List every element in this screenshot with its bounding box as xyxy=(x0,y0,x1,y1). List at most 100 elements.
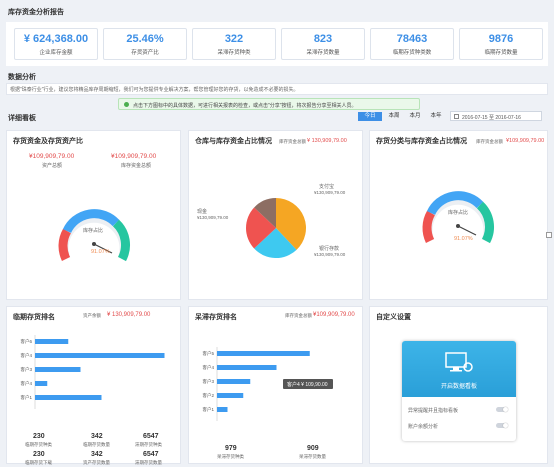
idle-bar-chart[interactable]: 客户5 客户4 客户3 客户2 客户1 xyxy=(191,343,361,433)
kpi-idle-count[interactable]: 823 呆滞存货数量 xyxy=(281,28,365,60)
panel4-row2-label-2: 滞期存货数量 xyxy=(135,460,162,465)
kpi-row: ¥ 624,368.00 企业库存金额 25.46% 存货资产比 322 呆滞存货种类… xyxy=(6,22,548,66)
panel4-row2-value-0: 230 xyxy=(33,451,45,458)
bar[interactable] xyxy=(35,367,81,372)
panel4-stat-2-label: 滞期存货种类 xyxy=(135,442,162,447)
panel5-sub-label: 库存资金总额 xyxy=(285,313,312,318)
bar[interactable] xyxy=(35,353,165,358)
panel4-row2-label-1: 资产存货数量 xyxy=(83,460,110,465)
panel4-sub-label: 资产余额 xyxy=(83,313,101,318)
panel3-title: 存货分类与库存资金占比情况 xyxy=(376,138,467,145)
board-title: 详细看板 xyxy=(8,115,36,122)
bar-tooltip: 客户4 ¥ 109,90.00 xyxy=(283,379,333,389)
panel4-stat-1-label: 临期存货数量 xyxy=(83,442,110,447)
panel5-sub-value: ¥109,909,79.00 xyxy=(313,312,355,318)
calendar-icon xyxy=(454,114,459,119)
bar[interactable] xyxy=(35,339,69,344)
panel5-title: 呆滞存货排名 xyxy=(195,314,237,321)
range-today-button[interactable]: 今日 xyxy=(358,112,382,121)
kpi-asset-ratio[interactable]: 25.46% 存货资产比 xyxy=(103,28,187,60)
panel4-row2-label-0: 临期存货下载 xyxy=(25,460,52,465)
panel-idle-ranking: 呆滞存货排名 库存资金总额 ¥109,909,79.00 客户5 客户4 客户3 客户… xyxy=(188,306,363,464)
panel3-sub-label: 库存资金总额 xyxy=(476,139,503,144)
panel6-title: 自定义设置 xyxy=(376,314,411,321)
bar-label: 客户4 xyxy=(20,352,32,359)
analysis-text: 根据"珠泰行业"行业，建议您将精品库存周期缩短，我们可为您提供专业解决方案，帮您… xyxy=(10,87,299,93)
panel1-right-label: 库存资金总额 xyxy=(121,163,152,169)
pie-value-bank: ¥130,909,79.00 xyxy=(314,252,346,257)
panel-expiring-ranking: 临期存货排名 资产余额 ¥ 130,909,79.00 客户6 客户4 客户3 客户4… xyxy=(6,306,181,465)
panel4-stat-1-value: 342 xyxy=(91,433,103,440)
panel1-title: 存货资金及存货资产比 xyxy=(13,138,83,145)
panel1-gauge-label: 库存占比 xyxy=(83,228,104,234)
panel4-row2-value-1: 342 xyxy=(91,451,103,458)
bar-label: 客户4 xyxy=(20,380,32,387)
bar[interactable] xyxy=(217,351,310,356)
pie-value-cash: ¥130,909,79.00 xyxy=(197,215,229,220)
panel4-stat-2-value: 6547 xyxy=(143,433,159,440)
bar-label: 客户1 xyxy=(20,394,32,401)
bar[interactable] xyxy=(217,379,251,384)
panel1-gauge[interactable] xyxy=(54,201,134,271)
panel4-stat-0-label: 临期存货种类 xyxy=(25,442,52,447)
kpi-expiring-types[interactable]: 78463 临期存货种类数 xyxy=(370,28,454,60)
panel2-title: 仓库与库存资金占比情况 xyxy=(195,138,272,145)
panel3-gauge[interactable] xyxy=(418,183,498,253)
pie-label-bank: 银行存款 xyxy=(319,246,340,252)
panel5-stat-1-label: 呆滞存货数量 xyxy=(299,454,326,459)
panel2-sub-label: 库存资金总额 xyxy=(279,139,306,144)
resize-handle[interactable] xyxy=(546,232,552,238)
panel1-left-value: ¥109,909,79.00 xyxy=(29,153,75,160)
panel5-stat-0-value: 979 xyxy=(225,445,237,452)
toast-text: 点击下方图标中的具体数据，可进行相关报表的检查，或点击"分享"按钮，将次报告分享… xyxy=(133,103,357,109)
date-range-picker[interactable]: 2016-07-15 至 2016-07-16 xyxy=(450,111,542,121)
tooltip-text: 客户4 ¥ 109,90.00 xyxy=(287,382,328,388)
expiring-bar-chart[interactable]: 客户6 客户4 客户3 客户4 客户1 xyxy=(9,327,179,427)
panel-warehouse-ratio: 仓库与库存资金占比情况 库存资金总额 ¥ 130,909,79.00 现金 ¥1… xyxy=(188,130,363,300)
setting-option-1-toggle[interactable] xyxy=(496,423,508,428)
settings-card: 开启数据看板 异常提醒并且指标看板 账户余额分析 xyxy=(402,341,516,441)
kpi-expiring-count[interactable]: 9876 临期存货数量 xyxy=(459,28,543,60)
pie-chart[interactable] xyxy=(241,193,311,263)
bar-label: 客户4 xyxy=(202,364,214,371)
pie-label-alipay: 支付宝 xyxy=(319,184,335,190)
bar-label: 客户2 xyxy=(202,392,214,399)
bar-label: 客户6 xyxy=(20,338,32,345)
check-circle-icon xyxy=(124,102,129,107)
bar[interactable] xyxy=(35,381,48,386)
monitor-gear-icon xyxy=(445,352,473,372)
panel3-sub-value: ¥109,909,79.00 xyxy=(506,138,545,144)
bar-label: 客户5 xyxy=(202,350,214,357)
bar[interactable] xyxy=(217,407,228,412)
panel5-stat-0-label: 呆滞存货种类 xyxy=(217,454,244,459)
panel2-sub-value: ¥ 130,909,79.00 xyxy=(307,138,347,144)
bar[interactable] xyxy=(35,395,102,400)
bar[interactable] xyxy=(217,365,277,370)
bar-label: 客户1 xyxy=(202,406,214,413)
pie-value-alipay: ¥130,909,79.00 xyxy=(314,190,346,195)
kpi-idle-types[interactable]: 322 呆滞存货种类 xyxy=(192,28,276,60)
date-range-text: 2016-07-15 至 2016-07-16 xyxy=(462,115,521,121)
bar-label: 客户3 xyxy=(202,378,214,385)
panel4-row2-value-2: 6547 xyxy=(143,451,159,458)
settings-card-header: 开启数据看板 xyxy=(402,341,516,397)
setting-option-0-toggle[interactable] xyxy=(496,407,508,412)
panel1-gauge-value: 91.07% xyxy=(91,249,110,255)
panel3-gauge-label: 库存占比 xyxy=(448,210,469,216)
panel3-gauge-value: 91.07% xyxy=(454,236,473,242)
pie-label-cash: 现金 xyxy=(197,209,208,215)
range-month-button[interactable]: 本月 xyxy=(405,112,425,121)
panel1-right-value: ¥109,909,79.00 xyxy=(111,153,157,160)
panel4-stat-0-value: 230 xyxy=(33,433,45,440)
kpi-inventory-amount[interactable]: ¥ 624,368.00 企业库存金额 xyxy=(14,28,98,60)
panel-custom-settings: 自定义设置 开启数据看板 异常提醒并且指标看板 账户余额分析 xyxy=(369,306,548,464)
open-board-button[interactable]: 开启数据看板 xyxy=(424,381,494,390)
panel4-sub-value: ¥ 130,909,79.00 xyxy=(107,312,151,318)
bar[interactable] xyxy=(217,393,244,398)
range-year-button[interactable]: 本年 xyxy=(426,112,446,121)
range-week-button[interactable]: 本周 xyxy=(384,112,404,121)
panel1-left-label: 资产总额 xyxy=(42,163,63,169)
setting-option-0-label: 异常提醒并且指标看板 xyxy=(408,408,459,414)
panel-inventory-asset-ratio: 存货资金及存货资产比 ¥109,909,79.00 资产总额 ¥109,909,… xyxy=(6,130,181,300)
analysis-title: 数据分析 xyxy=(8,74,36,81)
